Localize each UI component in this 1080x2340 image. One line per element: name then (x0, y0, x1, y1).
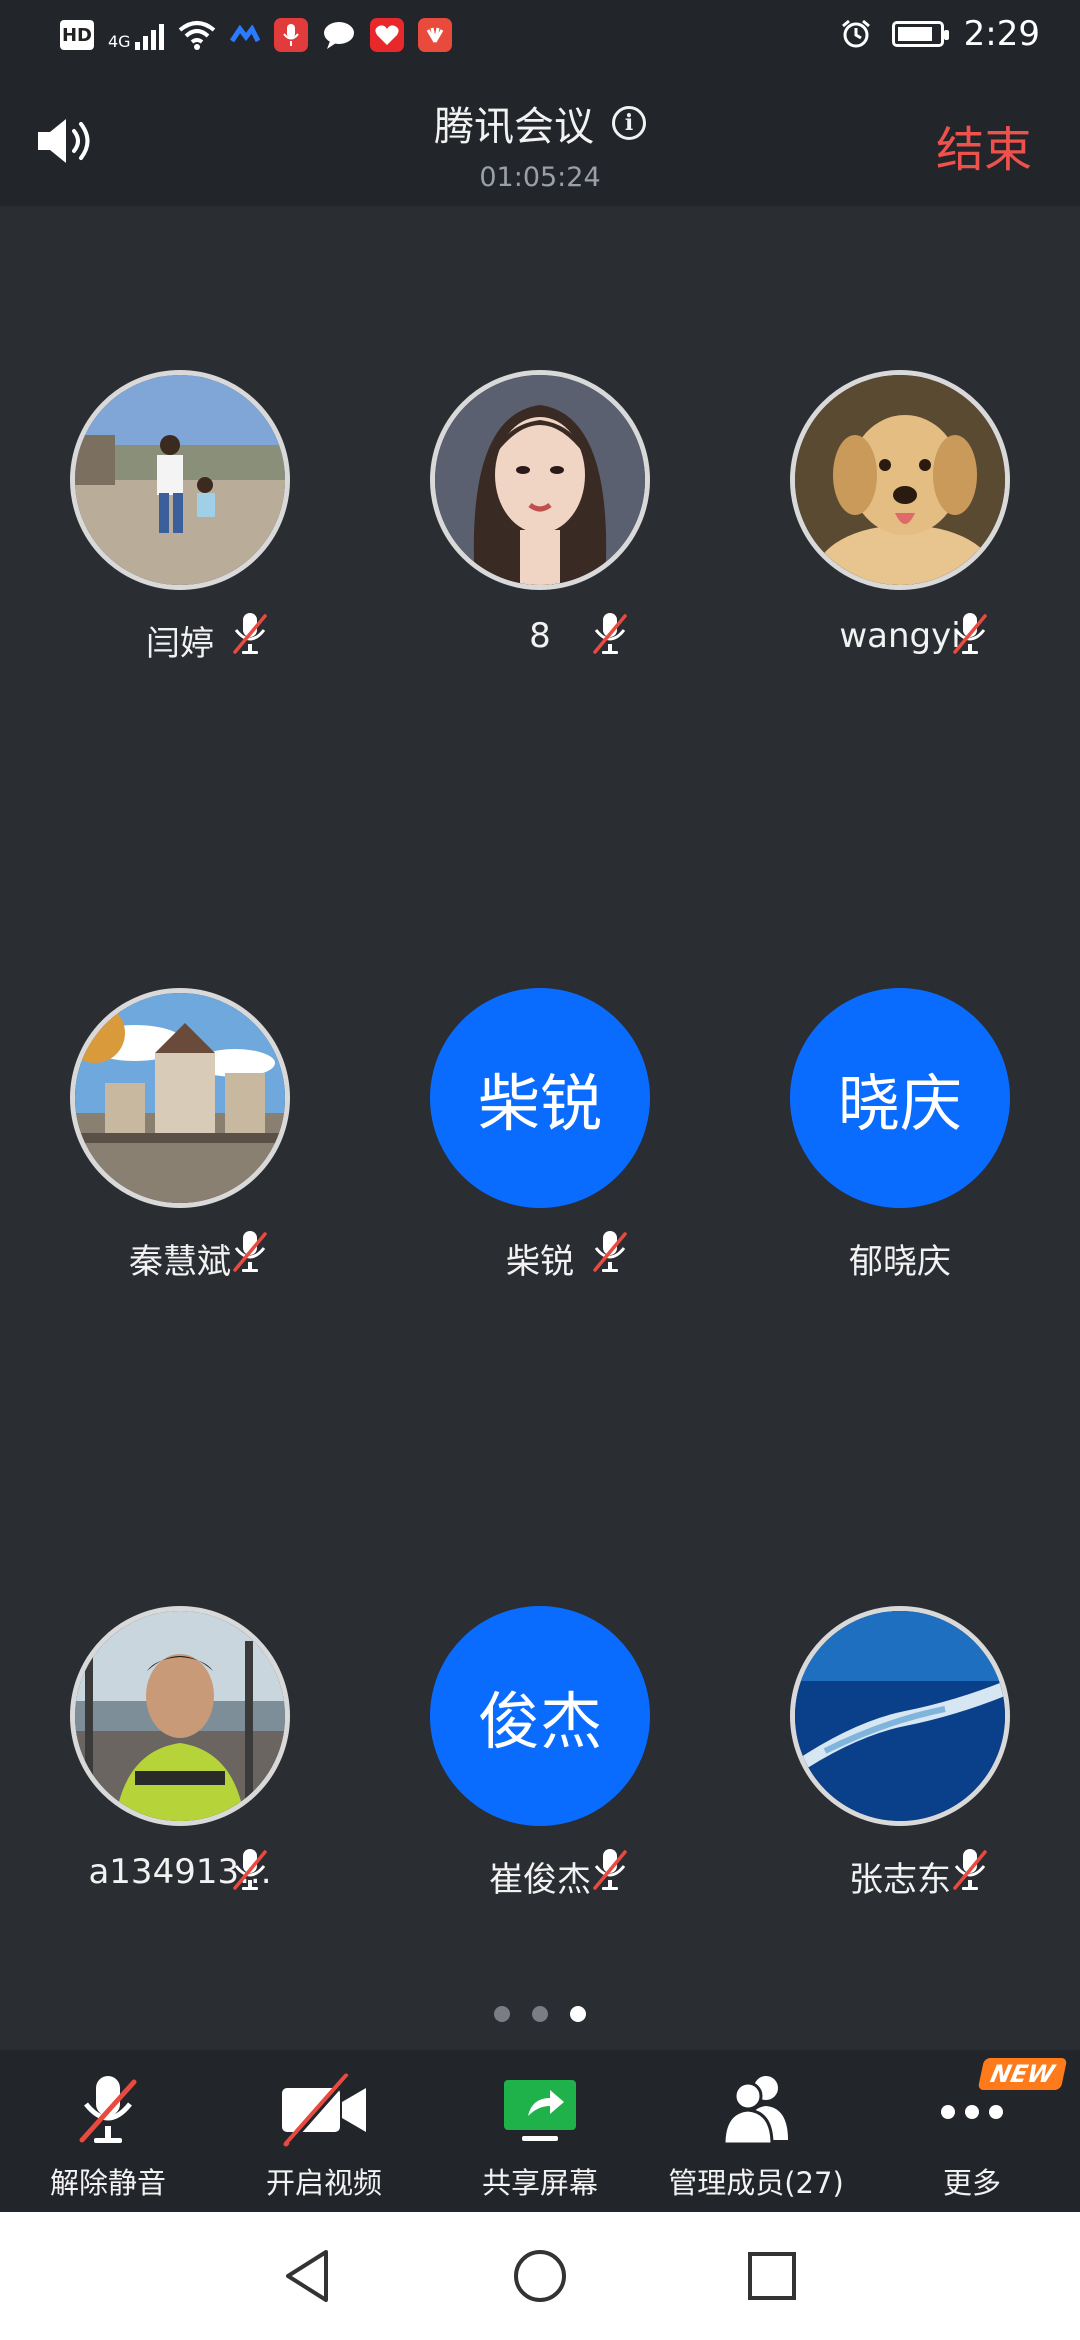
mic-muted-icon (590, 1228, 630, 1276)
share-label: 共享屏幕 (481, 2166, 598, 2200)
status-right: 2:29 (840, 14, 1040, 54)
participant-tile[interactable]: 闫婷 (40, 370, 320, 666)
mic-muted-icon (950, 610, 990, 658)
video-label: 开启视频 (265, 2166, 382, 2200)
home-icon[interactable] (508, 2244, 572, 2308)
recorder-app-icon (273, 18, 308, 52)
participant-name: 柴锐 (506, 1242, 574, 1282)
page-dot[interactable] (570, 2006, 586, 2022)
participant-avatar-photo (70, 370, 290, 590)
participant-name-row: 郁晓庆 (760, 1228, 1040, 1284)
manage-members-button[interactable]: 管理成员(27) (656, 2050, 856, 2212)
page-dot[interactable] (532, 2006, 548, 2022)
participant-name: 秦慧斌 (129, 1242, 231, 1282)
meeting-title: 腾讯会议 (434, 104, 594, 150)
page-indicator (0, 2006, 1080, 2022)
clock: 2:29 (963, 14, 1040, 54)
mic-muted-icon (590, 1846, 630, 1894)
mic-muted-icon (230, 1846, 270, 1894)
participant-avatar-photo (430, 370, 650, 590)
participant-avatar-photo (70, 988, 290, 1208)
meeting-header: 腾讯会议 i 01:05:24 结束 (0, 72, 1080, 206)
mic-muted-icon (230, 1228, 270, 1276)
health-app-icon (369, 18, 404, 52)
mic-muted-icon (230, 610, 270, 658)
participant-tile[interactable]: 柴锐 柴锐 (400, 988, 680, 1284)
meeting-app-icon (229, 25, 260, 43)
participant-name: 闫婷 (146, 624, 214, 664)
participant-tile[interactable]: a134913... (40, 1606, 320, 1902)
participant-name-row: wangyi (760, 610, 1040, 666)
participant-name-row: 8 (400, 610, 680, 666)
title-block: 腾讯会议 i 01:05:24 (0, 94, 1080, 193)
participant-avatar-photo (790, 370, 1010, 590)
info-icon[interactable]: i (612, 106, 646, 140)
more-button[interactable]: NEW 更多 (872, 2050, 1072, 2212)
mic-muted-icon (950, 1846, 990, 1894)
members-icon (722, 2076, 788, 2146)
end-meeting-button[interactable]: 结束 (936, 110, 1032, 180)
participant-name-row: 秦慧斌 (40, 1228, 320, 1284)
share-screen-button[interactable]: 共享屏幕 (440, 2050, 640, 2212)
bottom-toolbar: 解除静音 开启视频 共享屏幕 管理成员(27) NEW 更多 (0, 2050, 1080, 2212)
alarm-icon (841, 19, 870, 48)
status-icons: HD 4G (60, 18, 452, 52)
back-icon[interactable] (276, 2244, 340, 2308)
participant-avatar-text: 晓庆 (790, 988, 1010, 1208)
participant-tile[interactable]: 晓庆 郁晓庆 (760, 988, 1040, 1284)
recents-icon[interactable] (740, 2244, 804, 2308)
network-type: 4G (108, 32, 131, 51)
participant-name: 郁晓庆 (849, 1242, 951, 1282)
participant-tile[interactable]: wangyi (760, 370, 1040, 666)
meeting-title-row[interactable]: 腾讯会议 i (434, 94, 646, 152)
wifi-icon (178, 21, 215, 50)
participant-name-row: 崔俊杰 (400, 1846, 680, 1902)
unmute-button[interactable]: 解除静音 (8, 2050, 208, 2212)
participant-name: 崔俊杰 (489, 1860, 591, 1900)
participant-tile[interactable]: 8 (400, 370, 680, 666)
members-label: 管理成员(27) (668, 2166, 844, 2200)
participant-avatar-photo (790, 1606, 1010, 1826)
participant-tile[interactable]: 秦慧斌 (40, 988, 320, 1284)
video-off-icon (282, 2073, 366, 2147)
signal-icon: 4G (108, 20, 164, 50)
participant-tile[interactable]: 张志东 (760, 1606, 1040, 1902)
participant-name-row: a134913... (40, 1846, 320, 1902)
participant-name-row: 柴锐 (400, 1228, 680, 1284)
battery-icon (891, 21, 949, 47)
participant-avatar-text: 柴锐 (430, 988, 650, 1208)
hd-icon: HD (60, 20, 94, 50)
huawei-app-icon (417, 18, 452, 52)
unmute-label: 解除静音 (49, 2166, 166, 2200)
start-video-button[interactable]: 开启视频 (224, 2050, 424, 2212)
participant-name: wangyi (839, 616, 961, 656)
participant-name-row: 张志东 (760, 1846, 1040, 1902)
participant-avatar-photo (70, 1606, 290, 1826)
mic-muted-icon (79, 2076, 137, 2143)
status-bar: HD 4G 2:29 (0, 0, 1080, 72)
participant-name: 8 (529, 616, 551, 656)
participant-avatar-text: 俊杰 (430, 1606, 650, 1826)
more-label: 更多 (942, 2166, 1001, 2200)
system-nav-bar (0, 2212, 1080, 2340)
participant-name: a134913... (88, 1852, 272, 1892)
participant-tile[interactable]: 俊杰 崔俊杰 (400, 1606, 680, 1902)
message-app-icon (322, 18, 356, 52)
page-dot[interactable] (494, 2006, 510, 2022)
participant-name-row: 闫婷 (40, 610, 320, 666)
meeting-timer: 01:05:24 (479, 162, 601, 193)
mic-muted-icon (590, 610, 630, 658)
share-screen-icon (504, 2080, 576, 2141)
participant-name: 张志东 (849, 1860, 951, 1900)
new-badge: NEW (977, 2058, 1068, 2090)
